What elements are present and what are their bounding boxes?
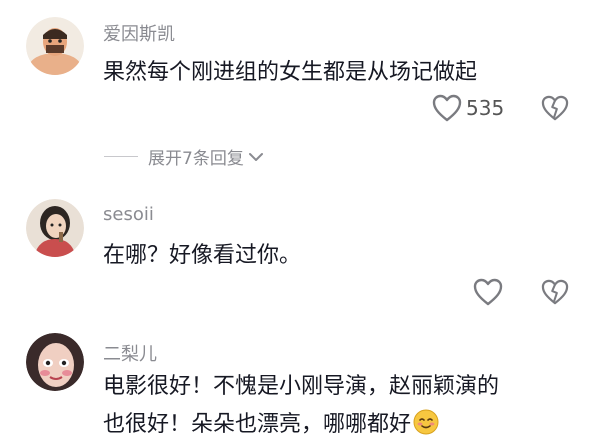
chevron-down-icon xyxy=(248,152,263,161)
comment-text-line-2-body: 也很好！朵朵也漂亮，哪哪都好 xyxy=(103,412,412,437)
comment-text-line-1: 电影很好！不愧是小刚导演，赵丽颖演的 xyxy=(103,374,500,399)
expand-replies-button[interactable]: 展开7条回复 xyxy=(104,144,264,169)
avatar-cartoon-girl xyxy=(26,199,84,257)
comment-username[interactable]: 二梨儿 xyxy=(103,340,157,366)
comment-text: 果然每个刚进组的女生都是从场记做起 xyxy=(103,60,478,85)
comment-username[interactable]: 爱因斯凯 xyxy=(103,20,175,46)
broken-heart-icon xyxy=(541,279,569,305)
broken-heart-icon xyxy=(541,95,569,121)
divider-line xyxy=(104,156,138,157)
avatar-photo xyxy=(26,333,84,391)
avatar[interactable] xyxy=(26,17,84,75)
dislike-button[interactable] xyxy=(541,279,569,305)
expand-replies-label: 展开7条回复 xyxy=(148,149,244,169)
heart-outline-icon xyxy=(473,278,503,306)
like-button[interactable]: 535 xyxy=(432,94,504,122)
dislike-button[interactable] xyxy=(541,95,569,121)
like-count: 535 xyxy=(466,96,505,120)
heart-outline-icon xyxy=(432,94,462,122)
smiling-face-emoji xyxy=(413,409,439,448)
avatar[interactable] xyxy=(26,333,84,391)
avatar-cartoon-muscle-man xyxy=(26,17,84,75)
comment-text-line-2: 也很好！朵朵也漂亮，哪哪都好 xyxy=(103,406,439,448)
like-button[interactable] xyxy=(473,278,503,306)
comment-username[interactable]: sesoii xyxy=(103,204,154,225)
comment-text: 在哪？好像看过你。 xyxy=(103,243,302,268)
avatar[interactable] xyxy=(26,199,84,257)
